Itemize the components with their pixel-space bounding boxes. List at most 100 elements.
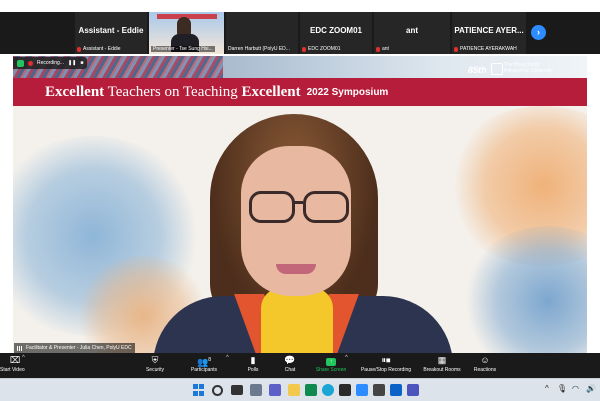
participant-name: ant [406,26,418,35]
polls-label: Polls [247,367,259,373]
university-name-line: Polytechnic University [504,68,553,74]
polls-button[interactable]: ▮ Polls [241,355,265,377]
teams-chat-icon[interactable] [269,384,281,396]
participant-name: PATIENCE AYER... [454,26,524,35]
chat-button[interactable]: 💬 Chat [278,355,302,377]
mic-muted-icon [454,46,458,52]
chat-label: Chat [284,367,296,373]
banner-word: Teachers on Teaching [104,83,242,100]
banner-word: Excellent [241,83,301,100]
mic-muted-icon [302,46,306,52]
recording-dot-icon [28,60,33,66]
presenter-mouth [276,264,316,274]
university-logo-icon [491,63,503,75]
microphone-icon[interactable]: 🎙 [557,384,567,393]
windows-start-icon[interactable] [193,384,205,396]
participants-caret-icon[interactable]: ^ [226,355,229,361]
participant-tile[interactable]: Darren Harbutt (PolyU ED... [226,12,298,54]
excel-icon[interactable] [305,384,317,396]
outlook-icon[interactable] [390,384,402,396]
security-button[interactable]: ⛨ Security [140,355,170,377]
file-explorer-icon[interactable] [288,384,300,396]
polls-icon: ▮ [250,355,256,365]
mic-muted-icon [376,46,380,52]
pause-icon[interactable]: ❚❚ [68,60,76,66]
app-icon[interactable] [339,384,351,396]
volume-icon[interactable]: 🔊 [586,384,596,393]
presenter-glasses [249,191,295,223]
video-options-caret-icon[interactable]: ^ [22,355,25,361]
recording-label: Pause/Stop Recording [360,367,412,373]
breakout-rooms-button[interactable]: ▦ Breakout Rooms [420,355,464,377]
mic-muted-icon [77,46,81,52]
teams-icon[interactable] [407,384,419,396]
presenter-name-label: Facilitator & Presenter - Julia Chen, Po… [14,343,135,353]
meeting-toolbar: ⌧ Start Video ^ ⛨ Security 👥8 Participan… [0,353,600,378]
university-name: The Hong Kong Polytechnic University [504,62,553,74]
stop-icon[interactable]: ■ [80,60,83,66]
share-options-caret-icon[interactable]: ^ [345,355,348,361]
shield-icon [17,59,24,67]
next-page-button[interactable]: › [531,25,546,40]
participant-label: Presenter - Tse Sung Hsi... [151,46,215,52]
participant-label: Darren Harbutt (PolyU ED... [228,46,290,52]
breakout-rooms-icon: ▦ [437,355,447,365]
task-view-icon[interactable] [231,385,243,395]
banner-year: 2022 Symposium [306,86,389,98]
participant-label: Assistant - Eddie [77,46,121,52]
presenter-glasses [303,191,349,223]
participant-label-text: EDC ZOOM01 [308,46,341,52]
participant-tile-video[interactable]: Presenter - Tse Sung Hsi... [149,12,224,54]
chat-icon: 💬 [284,355,296,365]
participants-icon: 👥8 [197,357,211,367]
start-video-button[interactable]: ⌧ Start Video [0,355,30,377]
participant-label-text: Assistant - Eddie [83,46,121,52]
widgets-icon[interactable] [250,384,262,396]
app-icon[interactable] [373,384,385,396]
participant-strip: Assistant - Eddie Assistant - Eddie Pres… [0,12,600,54]
participant-label-text: ant [382,46,389,52]
zoom-meeting-window: Assistant - Eddie Assistant - Eddie Pres… [0,0,600,401]
reactions-icon: ☺ [480,355,490,365]
participant-label-text: Presenter - Tse Sung Hsi... [153,46,213,52]
breakout-rooms-label: Breakout Rooms [423,367,461,373]
banner-title: Excellent Teachers on Teaching Excellent [45,84,301,101]
symposium-banner: Excellent Teachers on Teaching Excellent… [13,78,587,106]
participants-button[interactable]: 👥8 Participants [185,355,223,377]
participant-label: EDC ZOOM01 [302,46,341,52]
recording-text: Recording... [37,60,64,66]
participant-name: EDC ZOOM01 [309,26,362,35]
participant-tile[interactable]: ant ant [374,12,450,54]
pause-stop-icon: ⏸⏹ [381,355,391,365]
presenter-turtleneck [261,288,333,353]
edge-icon[interactable] [322,384,334,396]
participant-tile[interactable]: EDC ZOOM01 EDC ZOOM01 [300,12,372,54]
participant-name: Assistant - Eddie [78,26,144,35]
start-video-label: Start Video [0,367,25,373]
shared-screen: Recording... ❚❚ ■ 85th The Hong Kong Pol… [13,56,587,353]
participant-label-text: PATIENCE AYERAKWAH [460,46,517,52]
participant-count: 8 [208,357,211,363]
signal-icon [17,345,23,351]
share-screen-label: Share Screen [315,367,347,373]
participants-label: Participants [190,367,218,373]
network-icon[interactable]: ◠ [572,384,579,393]
participant-label: PATIENCE AYERAKWAH [454,46,517,52]
reactions-button[interactable]: ☺ Reactions [470,355,500,377]
participant-label: ant [376,46,389,52]
video-off-icon: ⌧ [9,355,21,365]
show-hidden-icons-icon[interactable]: ^ [545,384,549,393]
zoom-icon[interactable] [356,384,368,396]
participant-tile[interactable]: PATIENCE AYER... PATIENCE AYERAKWAH [452,12,526,54]
security-label: Security [145,367,165,373]
presenter-glasses-bridge [292,201,303,204]
windows-taskbar: ^ 🎙 ◠ 🔊 [0,378,600,401]
banner-word: Excellent [45,83,105,100]
presenter-name-text: Facilitator & Presenter - Julia Chen, Po… [26,345,132,351]
search-icon[interactable] [212,385,223,396]
anniversary-mark: 85th [468,65,487,75]
recording-indicator[interactable]: Recording... ❚❚ ■ [13,57,88,69]
participant-label-text: Darren Harbutt (PolyU ED... [228,46,290,52]
recording-button[interactable]: ⏸⏹ Pause/Stop Recording [356,355,416,377]
participant-tile[interactable]: Assistant - Eddie Assistant - Eddie [75,12,147,54]
